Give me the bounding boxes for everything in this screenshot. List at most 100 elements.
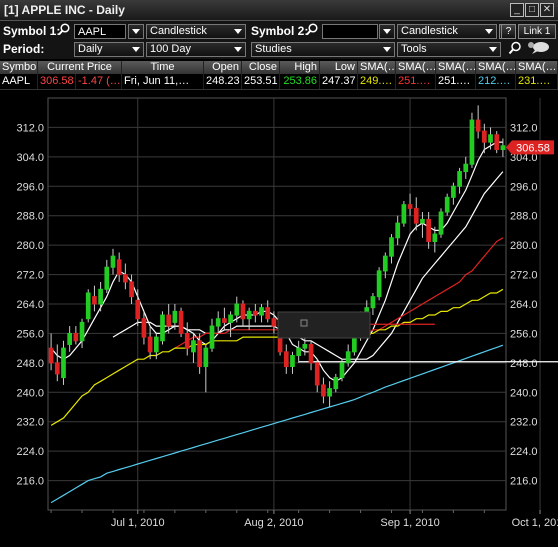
y-tick-label-left: 288.0 bbox=[16, 211, 44, 223]
minimize-button[interactable]: _ bbox=[510, 3, 524, 17]
y-tick-label-right: 272.0 bbox=[510, 270, 538, 282]
col-sma4[interactable]: SMA(… bbox=[476, 61, 516, 74]
candle-body bbox=[283, 351, 289, 368]
candle-body bbox=[228, 314, 233, 323]
col-sma1[interactable]: SMA(… bbox=[358, 61, 396, 74]
search-icon[interactable] bbox=[58, 23, 71, 39]
col-current-price[interactable]: Current Price bbox=[38, 61, 122, 74]
link-button[interactable]: Link 1 bbox=[518, 24, 556, 39]
candle-body bbox=[98, 288, 103, 305]
period-select[interactable]: Daily bbox=[74, 42, 144, 57]
y-tick-label-left: 216.0 bbox=[16, 476, 44, 488]
candle-body bbox=[191, 340, 196, 353]
candle-body bbox=[333, 377, 339, 390]
chart-canvas[interactable]: 216.0 216.0 224.0 224.0 232.0 232.0 240.0 240.0… bbox=[0, 90, 558, 544]
col-close[interactable]: Close bbox=[242, 61, 280, 74]
y-tick-label-left: 264.0 bbox=[16, 299, 44, 311]
candle-body bbox=[420, 218, 425, 224]
chart-style2-value: Candlestick bbox=[401, 25, 458, 37]
candle-body bbox=[240, 303, 246, 320]
range-value: 100 Day bbox=[150, 43, 191, 55]
chevron-down-icon bbox=[234, 29, 242, 34]
help-button[interactable]: ? bbox=[501, 24, 516, 39]
candle-body bbox=[457, 171, 462, 187]
y-tick-label-left: 240.0 bbox=[16, 387, 44, 399]
candle-body bbox=[153, 336, 159, 353]
cell-sma4: 212.… bbox=[476, 74, 516, 89]
cell-price: 306.58 bbox=[38, 74, 76, 89]
candle-body bbox=[110, 255, 116, 268]
y-tick-label-right: 216.0 bbox=[510, 476, 538, 488]
col-time[interactable]: Time bbox=[122, 61, 204, 74]
y-tick-label-right: 256.0 bbox=[510, 328, 538, 340]
candle-body bbox=[259, 307, 264, 316]
col-high[interactable]: High bbox=[280, 61, 320, 74]
tools-select[interactable]: Tools bbox=[397, 42, 501, 57]
candle-body bbox=[382, 255, 388, 272]
candle-body bbox=[451, 185, 456, 198]
candle-body bbox=[85, 292, 91, 320]
zoom-icon[interactable] bbox=[508, 41, 522, 58]
studies-select[interactable]: Studies bbox=[251, 42, 395, 57]
y-tick-label-left: 296.0 bbox=[16, 181, 44, 193]
candle-body bbox=[123, 274, 128, 283]
x-tick-label: Jul 1, 2010 bbox=[111, 517, 165, 529]
chart-style1-select[interactable]: Candlestick bbox=[146, 24, 246, 39]
candle-body bbox=[475, 119, 481, 132]
col-symbol[interactable]: Symbol bbox=[0, 61, 38, 74]
col-sma3[interactable]: SMA(… bbox=[436, 61, 476, 74]
candle-body bbox=[129, 281, 134, 298]
col-low[interactable]: Low bbox=[320, 61, 358, 74]
col-open[interactable]: Open bbox=[204, 61, 242, 74]
candle-body bbox=[488, 134, 493, 143]
price-chart[interactable]: 216.0 216.0 224.0 224.0 232.0 232.0 240.0 240.0… bbox=[0, 90, 558, 544]
candle-body bbox=[209, 325, 215, 349]
y-tick-label-right: 232.0 bbox=[510, 417, 538, 429]
chevron-down-icon bbox=[383, 29, 391, 34]
chart-style1-value: Candlestick bbox=[150, 25, 207, 37]
y-tick-label-left: 272.0 bbox=[16, 270, 44, 282]
maximize-button[interactable]: □ bbox=[525, 3, 539, 17]
y-tick-label-left: 304.0 bbox=[16, 152, 44, 164]
y-tick-label-left: 224.0 bbox=[16, 446, 44, 458]
candle-body bbox=[296, 347, 302, 356]
candle-body bbox=[73, 332, 79, 342]
cell-low: 247.37 bbox=[320, 74, 358, 89]
candle-body bbox=[252, 310, 258, 316]
candle-body bbox=[215, 318, 221, 327]
candle-body bbox=[339, 362, 345, 379]
col-sma5[interactable]: SMA(… bbox=[516, 61, 558, 74]
col-sma2[interactable]: SMA(… bbox=[396, 61, 436, 74]
candle-body bbox=[135, 299, 141, 320]
candle-body bbox=[54, 362, 60, 375]
candle-body bbox=[116, 259, 122, 276]
chat-icon[interactable] bbox=[527, 41, 551, 58]
close-button[interactable]: ✕ bbox=[540, 3, 554, 17]
candle-body bbox=[469, 119, 475, 165]
symbol1-dropdown[interactable] bbox=[128, 24, 144, 39]
toolbar: Symbol 1: AAPL Candlestick Symbol 2: Can… bbox=[0, 21, 558, 59]
y-tick-label-right: 288.0 bbox=[510, 211, 538, 223]
candle-body bbox=[178, 310, 184, 334]
symbol2-input[interactable] bbox=[322, 24, 378, 39]
title-bar: [1] APPLE INC - Daily _ □ ✕ bbox=[0, 0, 558, 21]
cell-sma3: 251.… bbox=[436, 74, 476, 89]
search-icon[interactable] bbox=[306, 23, 319, 39]
candle-body bbox=[79, 321, 85, 342]
cell-sma2: 251.… bbox=[396, 74, 436, 89]
candle-body bbox=[407, 204, 413, 209]
symbol2-dropdown[interactable] bbox=[379, 24, 395, 39]
x-tick-label: Oct 1, 2010 bbox=[512, 517, 558, 529]
candle-body bbox=[481, 130, 487, 143]
candle-body bbox=[290, 355, 295, 368]
symbol1-input[interactable]: AAPL bbox=[74, 24, 126, 39]
quote-row[interactable]: AAPL 306.58 -1.47 (… Fri, Jun 11,… 248.2… bbox=[0, 74, 558, 90]
candle-body bbox=[438, 211, 444, 235]
range-select[interactable]: 100 Day bbox=[146, 42, 246, 57]
cell-symbol: AAPL bbox=[0, 74, 38, 89]
studies-value: Studies bbox=[255, 43, 292, 55]
chart-style2-select[interactable]: Candlestick bbox=[397, 24, 497, 39]
candle-body bbox=[413, 207, 419, 224]
chevron-down-icon bbox=[383, 47, 391, 52]
candle-body bbox=[426, 218, 431, 242]
